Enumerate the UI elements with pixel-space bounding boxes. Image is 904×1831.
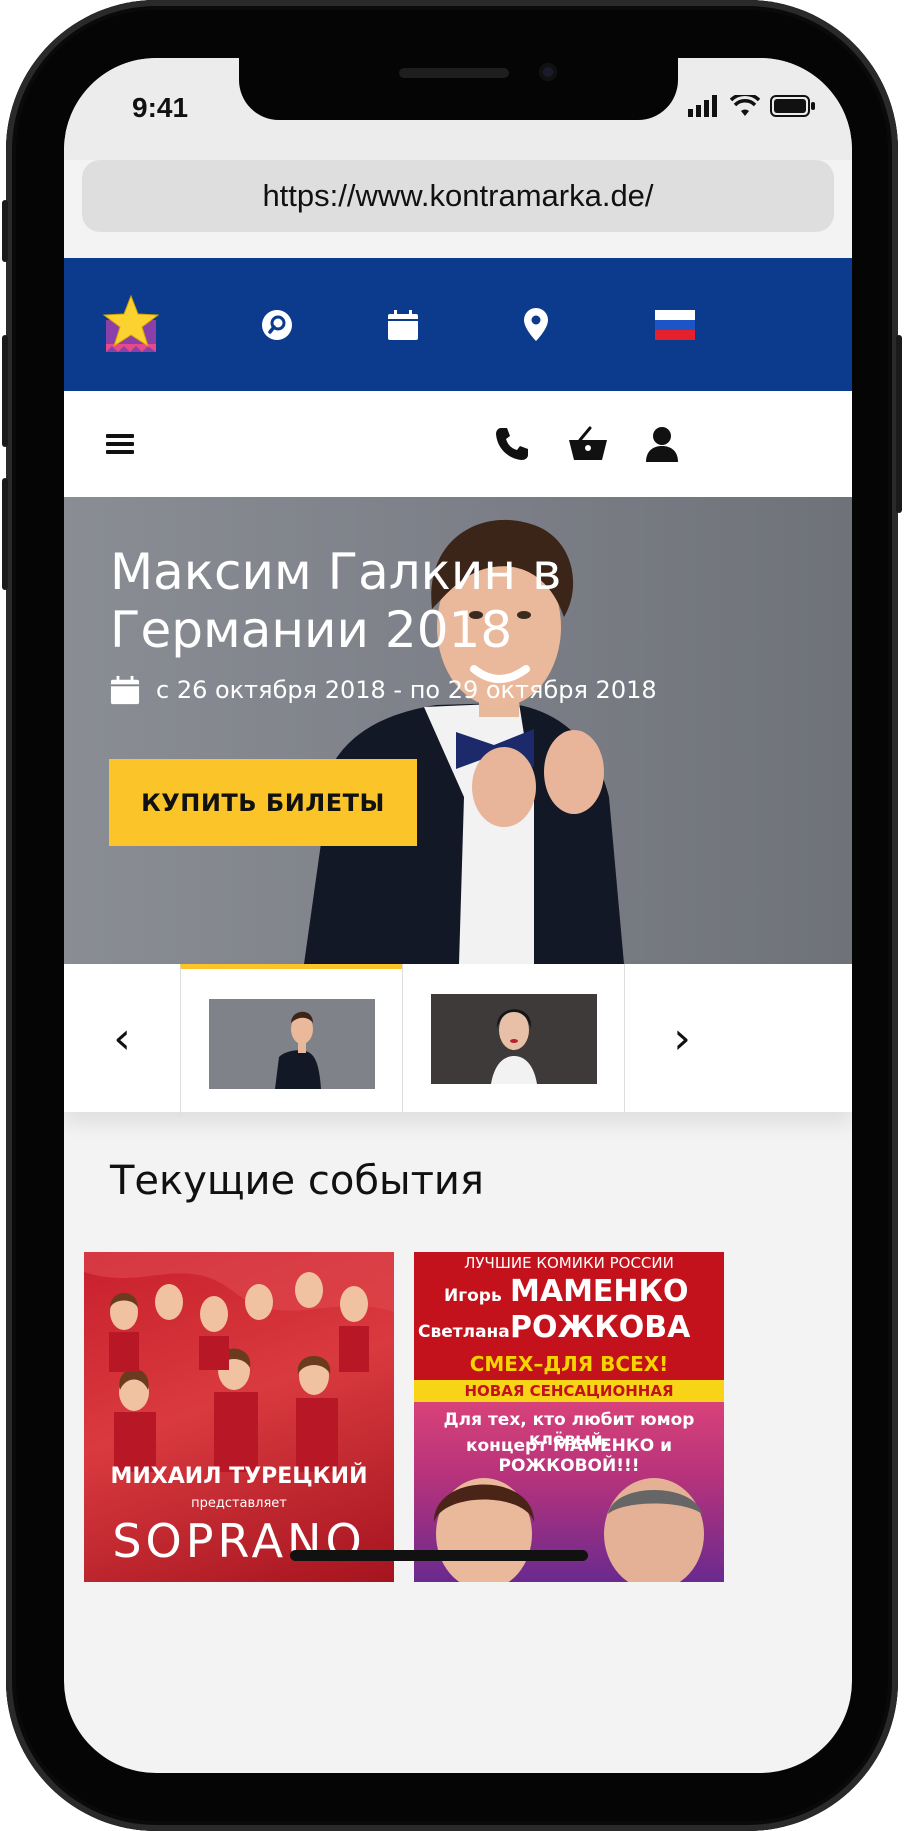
status-time: 9:41 (132, 92, 189, 123)
account-button[interactable] (632, 391, 692, 497)
volume-up-button (2, 335, 8, 447)
user-icon (646, 427, 678, 462)
hero-banner: Максим Галкин в Германии 2018 с 26 октяб… (64, 497, 852, 964)
event-top-line: ЛУЧШИЕ КОМИКИ РОССИИ (464, 1254, 674, 1272)
phone-frame: 9:41 https://www.kontramarka.de/ Максим … (2, 0, 902, 1831)
hamburger-menu-icon (106, 434, 134, 454)
event-artist-2: Светлана РОЖКОВА (414, 1310, 724, 1348)
status-icons (688, 94, 816, 118)
speaker (399, 68, 509, 78)
event-artist-2-first: Светлана (418, 1322, 510, 1342)
carousel-thumb-1[interactable] (180, 964, 403, 1117)
location-button[interactable] (501, 258, 571, 391)
event-presenter: МИХАИЛ ТУРЕЦКИЙ (110, 1464, 368, 1489)
russian-flag-icon (655, 309, 695, 340)
logo-star-icon (102, 294, 160, 352)
event-poster-image (434, 1478, 704, 1582)
search-icon (262, 309, 292, 340)
hero-date: с 26 октября 2018 - по 29 октября 2018 (110, 675, 657, 705)
url-text: https://www.kontramarka.de/ (262, 178, 654, 213)
calendar-icon (110, 675, 140, 705)
front-camera (539, 63, 557, 81)
wifi-icon (730, 95, 760, 116)
event-card[interactable]: ЛУЧШИЕ КОМИКИ РОССИИ Игорь МАМЕНКО Светл… (414, 1252, 724, 1582)
top-navigation (64, 258, 852, 391)
hero-title: Максим Галкин в Германии 2018 (110, 543, 562, 659)
secondary-navigation (64, 391, 852, 498)
screen: 9:41 https://www.kontramarka.de/ Максим … (64, 58, 852, 1773)
event-artist-1-last: МАМЕНКО (510, 1274, 689, 1309)
battery-icon (770, 95, 815, 117)
notch (239, 58, 678, 120)
chevron-right-icon: › (673, 1012, 691, 1064)
phone-button[interactable] (482, 391, 542, 497)
search-button[interactable] (242, 258, 312, 391)
thumbnail-image (431, 994, 597, 1084)
event-card[interactable]: МИХАИЛ ТУРЕЦКИЙ представляет SOPRANO (84, 1252, 394, 1582)
power-button (896, 335, 902, 513)
location-pin-icon (524, 307, 548, 341)
carousel-prev-button[interactable]: ‹ (64, 964, 180, 1112)
carousel-thumb-2[interactable] (402, 964, 625, 1112)
hero-date-text: с 26 октября 2018 - по 29 октября 2018 (156, 676, 657, 704)
volume-down-button (2, 478, 8, 590)
event-artist-1-first: Игорь (444, 1286, 502, 1306)
carousel-next-button[interactable]: › (624, 964, 740, 1112)
language-selector[interactable] (640, 258, 710, 391)
phone-icon (496, 428, 528, 460)
calendar-button[interactable] (368, 258, 438, 391)
basket-icon (569, 426, 607, 460)
event-artist-2-last: РОЖКОВА (510, 1310, 691, 1345)
menu-button[interactable] (92, 391, 148, 497)
mute-switch (2, 200, 8, 262)
event-slogan: СМЕХ–ДЛЯ ВСЕХ! (469, 1352, 669, 1376)
home-indicator[interactable] (290, 1550, 588, 1561)
event-presents: представляет (191, 1496, 287, 1511)
calendar-icon (388, 309, 418, 340)
signal-icon (688, 95, 717, 117)
event-artist-1: Игорь МАМЕНКО (414, 1274, 724, 1312)
basket-button[interactable] (558, 391, 618, 497)
hero-carousel-thumbnails: ‹ › (64, 964, 852, 1117)
address-bar[interactable]: https://www.kontramarka.de/ (82, 160, 834, 232)
section-title: Текущие события (110, 1158, 484, 1204)
chevron-left-icon: ‹ (113, 1012, 131, 1064)
site-logo[interactable] (96, 258, 166, 391)
buy-tickets-button[interactable]: КУПИТЬ БИЛЕТЫ (109, 759, 417, 846)
thumbnail-image (209, 999, 375, 1089)
